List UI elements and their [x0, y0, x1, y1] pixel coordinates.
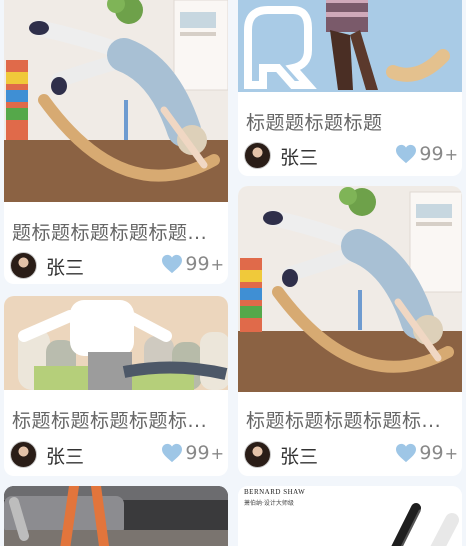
card-2-like-plus: +: [444, 144, 458, 164]
heart-icon: [162, 443, 183, 463]
card-1-author-name[interactable]: 张三: [46, 253, 84, 280]
content-feed: 题标题标题标题标题... 张三 99 + 标题题标题标题 张三 99 + 标题标…: [0, 0, 466, 546]
card-3-like-plus: +: [210, 443, 224, 463]
card-3-image[interactable]: [4, 296, 228, 390]
card-2-author-name[interactable]: 张三: [280, 143, 318, 170]
card-4-title[interactable]: 标题标题标题标题标...: [246, 406, 452, 433]
card-3-like-count: 99: [185, 442, 210, 464]
card-1-meta: 张三 99 +: [10, 252, 224, 280]
card-4-like-plus: +: [444, 443, 458, 463]
feed-card-1[interactable]: 题标题标题标题标题... 张三 99 +: [4, 0, 228, 284]
card-1-title[interactable]: 题标题标题标题标题...: [12, 218, 218, 245]
feed-card-3[interactable]: 标题标题标题标题标... 张三 99 +: [4, 296, 228, 476]
card-2-like-count: 99: [419, 143, 444, 165]
card-1-author-avatar[interactable]: [10, 252, 37, 279]
feed-card-2[interactable]: 标题题标题标题 张三 99 +: [238, 0, 462, 176]
card-3-meta: 张三 99 +: [10, 441, 224, 469]
card-4-meta: 张三 99 +: [244, 441, 458, 469]
card-3-photo-illustration: [4, 296, 228, 390]
card-4-image[interactable]: [238, 186, 462, 392]
card-4-author-avatar[interactable]: [244, 441, 271, 468]
heart-icon: [396, 443, 417, 463]
feed-card-4[interactable]: 标题标题标题标题标... 张三 99 +: [238, 186, 462, 476]
card-2-meta: 张三 99 +: [244, 142, 458, 170]
heart-icon: [162, 254, 183, 274]
card-4-like-count: 99: [419, 442, 444, 464]
card-1-like-plus: +: [210, 254, 224, 274]
card-2-photo-illustration: [238, 0, 462, 92]
card-3-like-button[interactable]: 99 +: [161, 442, 224, 464]
card-2-title[interactable]: 标题题标题标题: [246, 108, 452, 135]
card-1-like-count: 99: [185, 253, 210, 275]
heart-icon: [396, 144, 417, 164]
card-6-image[interactable]: BERNARD SHAW 萧伯纳·设计大师级: [238, 486, 462, 546]
card-1-image[interactable]: [4, 0, 228, 202]
card-4-photo-illustration: [238, 186, 462, 392]
card-3-title[interactable]: 标题标题标题标题标...: [12, 406, 218, 433]
card-5-image[interactable]: [4, 486, 228, 546]
card-3-author-name[interactable]: 张三: [46, 442, 84, 469]
feed-card-6[interactable]: BERNARD SHAW 萧伯纳·设计大师级: [238, 486, 462, 546]
card-4-author-name[interactable]: 张三: [280, 442, 318, 469]
card-4-like-button[interactable]: 99 +: [395, 442, 458, 464]
card-1-photo-illustration: [4, 0, 228, 202]
card-5-photo-illustration: [4, 486, 228, 546]
card-6-product-illustration: [391, 503, 459, 546]
card-2-image[interactable]: [238, 0, 462, 92]
card-2-like-button[interactable]: 99 +: [395, 143, 458, 165]
card-2-author-avatar[interactable]: [244, 142, 271, 169]
feed-card-5[interactable]: [4, 486, 228, 546]
card-3-author-avatar[interactable]: [10, 441, 37, 468]
card-1-like-button[interactable]: 99 +: [161, 253, 224, 275]
